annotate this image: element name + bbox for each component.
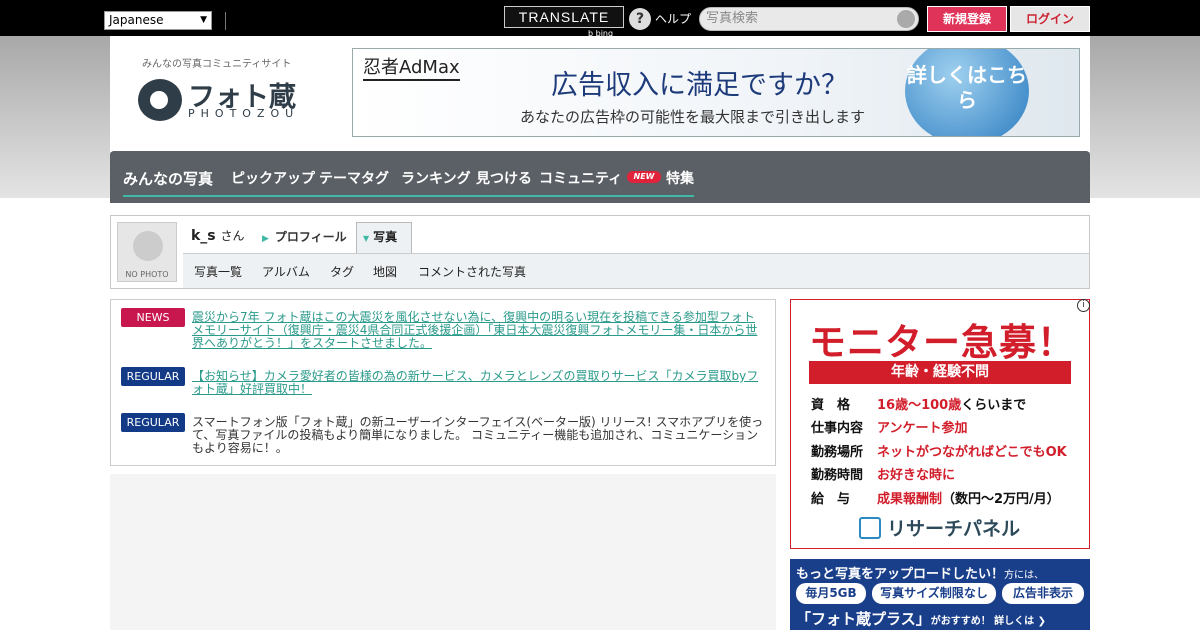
nav-item-discover[interactable]: 見つける xyxy=(476,168,532,188)
row-suffix: くらいまで xyxy=(961,398,1027,413)
nav-item-community[interactable]: コミュニティ xyxy=(539,168,622,188)
news-item-link[interactable]: 震災から7年 フォト蔵はこの大震災を風化させない為に、復興中の明るい現在を投稿で… xyxy=(192,311,766,350)
row-value: アンケート参加 xyxy=(877,417,967,436)
plus-ad-pill: 広告非表示 xyxy=(1002,583,1084,604)
photozou-plus-ad[interactable]: もっと写真をアップロードしたい！方には、 毎月5GB 写真サイズ制限なし 広告非… xyxy=(790,559,1090,630)
subnav-photo-list[interactable]: 写真一覧 xyxy=(194,263,242,280)
username: k_s さん xyxy=(191,227,245,244)
nav-item-everyone-photos[interactable]: みんなの写真 xyxy=(123,168,213,189)
row-value: ネットがつながればどこでもOK xyxy=(877,441,1067,460)
row-value-text: アンケート参加 xyxy=(877,421,968,436)
search-input[interactable]: 写真検索 xyxy=(699,7,919,31)
subnav-album[interactable]: アルバム xyxy=(262,263,310,280)
row-value: お好きな時に xyxy=(877,464,955,483)
ad-brand: 忍者AdMax xyxy=(363,53,460,81)
row-label: 勤務場所 xyxy=(811,445,864,460)
translate-button[interactable]: TRANSLATE xyxy=(504,6,624,28)
new-badge: NEW xyxy=(627,171,661,183)
content-area xyxy=(110,474,776,630)
monitor-ad-row: 勤務時間 お好きな時に xyxy=(811,464,955,483)
row-suffix: （数円〜2万円/月） xyxy=(942,492,1060,507)
top-bar: Japanese ▼ TRANSLATE b bing ? ヘルプ 写真検索 新規… xyxy=(0,0,1200,38)
banner-ad[interactable]: 忍者AdMax 広告収入に満足ですか？ あなたの広告枠の可能性を最大限まで引き出… xyxy=(352,48,1080,137)
ad-cta[interactable]: 詳しくはこちら xyxy=(905,49,1029,136)
search-placeholder: 写真検索 xyxy=(706,11,759,26)
subnav-map[interactable]: 地図 xyxy=(373,263,397,280)
news-item-text: スマートフォン版「フォト蔵」の新ユーザーインターフェイス(ベーター版) リリース… xyxy=(192,415,764,455)
row-value-text: 成果報酬制 xyxy=(877,492,943,507)
chevron-down-icon: ▼ xyxy=(200,15,207,25)
search-icon[interactable] xyxy=(897,10,915,28)
divider xyxy=(225,12,226,30)
nav-item-theme-tags[interactable]: テーマタグ xyxy=(319,168,389,188)
nav-item-features[interactable]: 特集 xyxy=(666,168,694,188)
monitor-ad-row: 資 格 16歳〜100歳くらいまで xyxy=(811,394,1026,413)
nav-active-underline xyxy=(123,195,694,197)
login-button[interactable]: ログイン xyxy=(1010,6,1090,32)
ad-subline: あなたの広告枠の可能性を最大限まで引き出します xyxy=(520,108,866,126)
plus-ad-headline-suffix: 方には、 xyxy=(1004,570,1045,581)
plus-ad-cta[interactable]: がおすすめ！ 詳しくは ❯ xyxy=(931,616,1046,627)
profile-subnav xyxy=(183,253,1089,288)
subnav-tags[interactable]: タグ xyxy=(330,263,354,280)
profile-panel: NO PHOTO k_s さん プロフィール 写真 写真一覧 アルバム タグ 地… xyxy=(110,215,1090,289)
help-link[interactable]: ヘルプ xyxy=(655,10,691,27)
row-value-text: ネットがつながればどこでもOK xyxy=(877,445,1067,460)
language-select-value: Japanese xyxy=(109,13,164,27)
monitor-ad-bar: 年齢・経験不問 xyxy=(809,361,1071,384)
main-nav: みんなの写真 ピックアップ テーマタグ ランキング 見つける コミュニティ NE… xyxy=(110,151,1090,203)
regular-badge: REGULAR xyxy=(121,367,185,386)
monitor-ad[interactable]: i モニター急募！ 年齢・経験不問 資 格 16歳〜100歳くらいまで 仕事内容ア… xyxy=(790,299,1090,549)
plus-ad-headline: もっと写真をアップロードしたい！ xyxy=(796,567,1005,582)
nav-item-pickup[interactable]: ピックアップ xyxy=(231,168,315,188)
news-badge: NEWS xyxy=(121,308,185,327)
monitor-ad-row: 仕事内容 アンケート参加 xyxy=(811,417,967,436)
monitor-ad-row: 給 与 成果報酬制（数円〜2万円/月） xyxy=(811,488,1060,507)
row-value: 成果報酬制（数円〜2万円/月） xyxy=(877,488,1060,507)
plus-ad-line3: 「フォト蔵プラス」がおすすめ！ 詳しくは ❯ xyxy=(796,608,1046,629)
tab-profile[interactable]: プロフィール xyxy=(262,228,347,245)
plus-ad-pill: 写真サイズ制限なし xyxy=(872,583,996,604)
monitor-ad-row: 勤務場所 ネットがつながればどこでもOK xyxy=(811,441,1067,460)
honorific: さん xyxy=(220,229,245,243)
research-panel-icon xyxy=(859,517,881,539)
news-item-link[interactable]: 【お知らせ】カメラ愛好者の皆様の為の新サービス、カメラとレンズの買取りサービス「… xyxy=(192,370,766,396)
row-value-text: お好きな時に xyxy=(877,468,956,483)
row-label: 勤務時間 xyxy=(811,468,864,483)
monitor-ad-title: モニター急募！ xyxy=(809,321,1075,364)
plus-ad-pill: 毎月5GB xyxy=(796,583,866,604)
row-label: 仕事内容 xyxy=(811,421,864,436)
news-panel: NEWS 震災から7年 フォト蔵はこの大震災を風化させない為に、復興中の明るい現… xyxy=(110,299,776,466)
username-text: k_s xyxy=(191,228,216,244)
help-icon[interactable]: ? xyxy=(629,8,651,30)
row-value: 16歳〜100歳くらいまで xyxy=(877,394,1026,413)
row-value-text: 16歳〜100歳 xyxy=(877,398,962,413)
plus-ad-name: 「フォト蔵プラス」 xyxy=(796,610,931,628)
regular-badge: REGULAR xyxy=(121,413,185,432)
register-button[interactable]: 新規登録 xyxy=(927,6,1007,32)
avatar[interactable]: NO PHOTO xyxy=(117,222,177,282)
research-panel-brand: リサーチパネル xyxy=(859,514,1020,541)
camera-logo-icon xyxy=(138,79,182,121)
plus-ad-line1: もっと写真をアップロードしたい！方には、 xyxy=(796,563,1044,582)
row-label: 給 与 xyxy=(811,492,851,507)
subnav-commented-photos[interactable]: コメントされた写真 xyxy=(418,263,526,280)
logo-subtext: PHOTOZOU xyxy=(188,107,300,120)
ad-headline: 広告収入に満足ですか？ xyxy=(551,70,848,101)
research-panel-text: リサーチパネル xyxy=(887,518,1021,540)
ad-info-icon[interactable]: i xyxy=(1077,299,1090,312)
no-photo-label: NO PHOTO xyxy=(125,270,169,279)
language-select[interactable]: Japanese ▼ xyxy=(104,11,212,30)
user-silhouette-icon xyxy=(133,231,163,261)
tab-photos[interactable]: 写真 xyxy=(356,222,412,253)
nav-item-ranking[interactable]: ランキング xyxy=(401,168,471,188)
site-tagline: みんなの写真コミュニティサイト xyxy=(142,59,292,70)
row-label: 資 格 xyxy=(811,398,851,413)
